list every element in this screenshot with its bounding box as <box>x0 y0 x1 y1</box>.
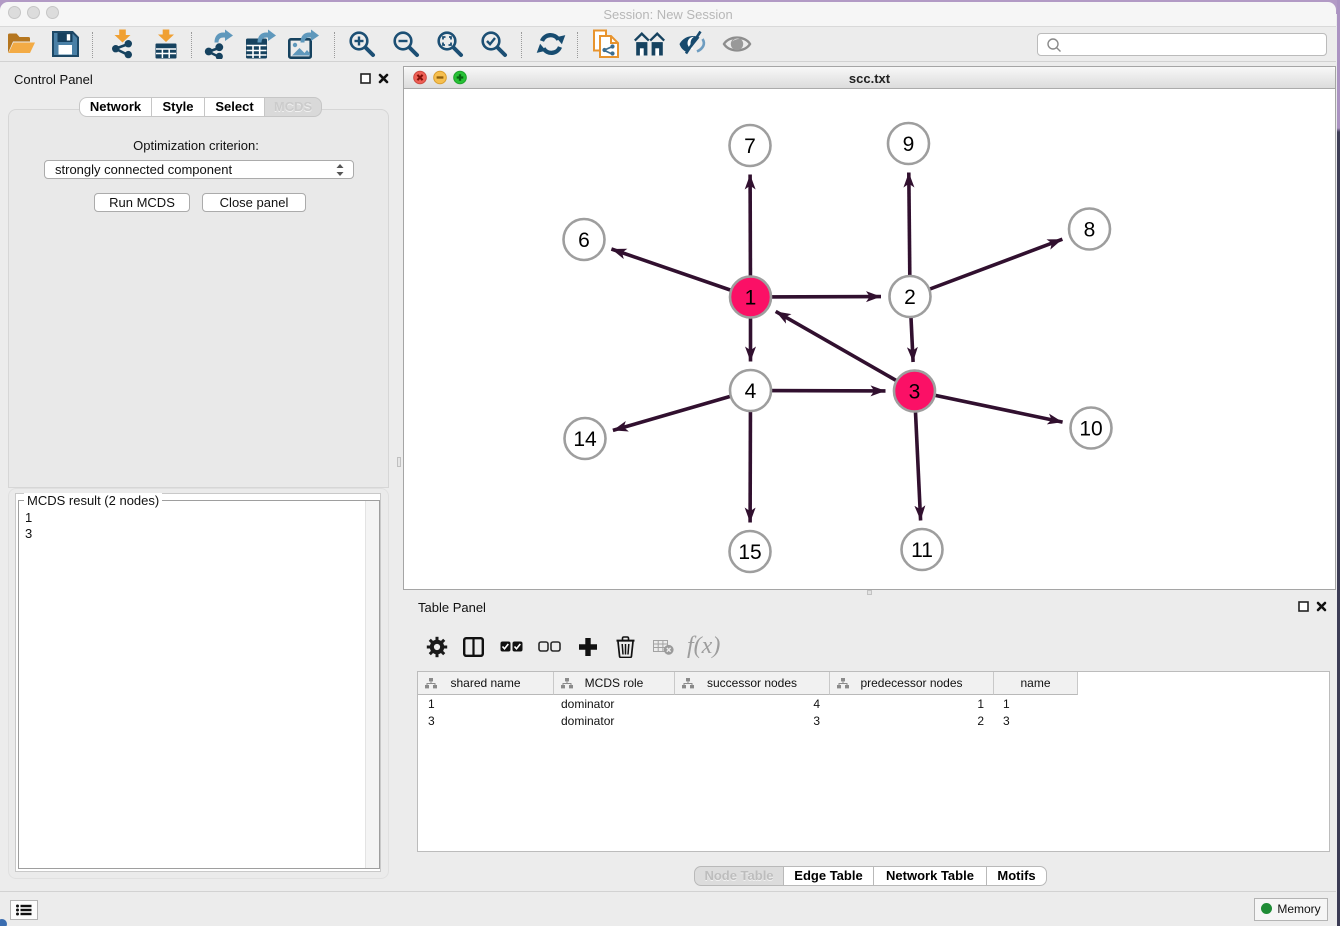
svg-text:4: 4 <box>745 380 757 403</box>
svg-text:9: 9 <box>903 133 915 156</box>
svg-text:6: 6 <box>578 229 590 252</box>
svg-text:10: 10 <box>1079 418 1102 441</box>
svg-text:1: 1 <box>745 287 757 310</box>
svg-text:15: 15 <box>738 541 761 564</box>
svg-text:7: 7 <box>744 135 756 158</box>
svg-text:11: 11 <box>911 539 933 562</box>
svg-text:8: 8 <box>1084 219 1096 242</box>
svg-text:2: 2 <box>904 286 916 309</box>
svg-text:3: 3 <box>909 381 921 404</box>
svg-text:14: 14 <box>573 428 597 451</box>
